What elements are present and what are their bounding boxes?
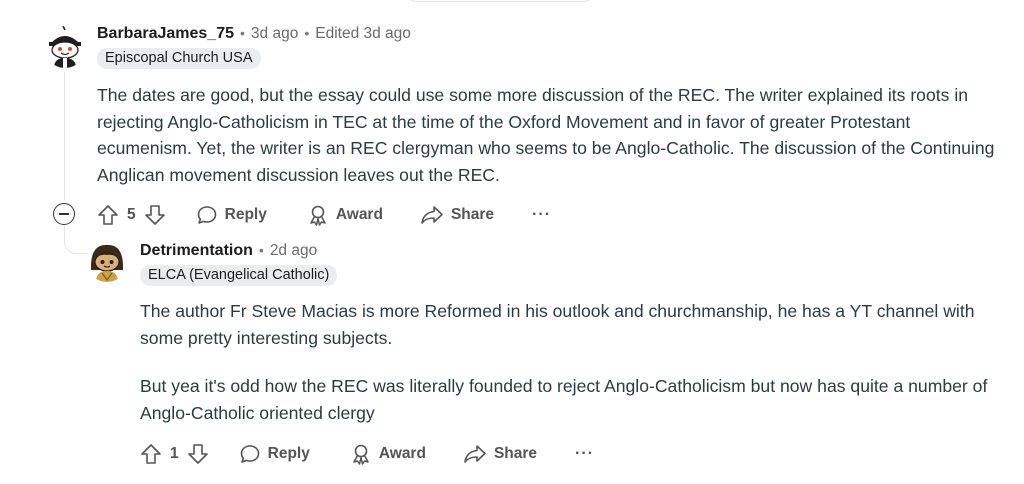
reply-paragraph: But yea it's odd how the REC was literal… [140, 376, 988, 423]
snoo-avatar-icon [86, 240, 128, 282]
user-flair: Episcopal Church USA [97, 48, 261, 69]
share-label: Share [493, 445, 538, 462]
downvote-button[interactable] [144, 204, 166, 226]
timestamp[interactable]: 3d ago [251, 25, 298, 43]
comment-meta: BarbaraJames_75 • 3d ago • Edited 3d ago [97, 25, 411, 43]
share-arrow-icon [464, 445, 486, 463]
downvote-button[interactable] [187, 443, 209, 465]
separator-dot: • [240, 25, 245, 41]
downvote-arrow-icon [187, 444, 208, 464]
upvote-button[interactable] [97, 204, 119, 226]
separator-dot: • [258, 242, 264, 258]
award-label: Award [335, 206, 383, 223]
user-flair: ELCA (Evangelical Catholic) [140, 265, 338, 286]
vote-count: 5 [127, 206, 136, 223]
upvote-button[interactable] [140, 443, 162, 465]
upvote-arrow-icon [141, 444, 161, 464]
snoo-avatar-icon [44, 26, 86, 68]
reply-meta: Detrimentation • 2d ago [140, 242, 317, 260]
timestamp[interactable]: 2d ago [270, 242, 317, 260]
share-button[interactable]: Share [463, 443, 537, 465]
reply-label: Reply [224, 206, 267, 223]
comment-body: The dates are good, but the essay could … [97, 82, 997, 188]
reply-action-bar: 1 Reply Award Share ··· [140, 442, 594, 466]
avatar[interactable] [44, 26, 86, 68]
downvote-arrow-icon [144, 205, 165, 225]
avatar[interactable] [86, 240, 128, 282]
reply-button[interactable]: Reply [239, 443, 310, 465]
award-label: Award [378, 445, 426, 462]
reply-body: The author Fr Steve Macias is more Refor… [140, 298, 1000, 426]
username[interactable]: BarbaraJames_75 [97, 25, 234, 43]
previous-element-edge [408, 0, 592, 2]
speech-bubble-icon [240, 445, 259, 463]
share-button[interactable]: Share [420, 204, 494, 226]
separator-dot: • [304, 25, 310, 41]
reply-thread-connector [64, 226, 88, 254]
comment-action-bar: 5 Reply Award Share ··· [97, 203, 551, 227]
reply-label: Reply [267, 445, 310, 462]
more-options-button[interactable]: ··· [532, 206, 551, 224]
more-options-button[interactable]: ··· [575, 445, 594, 463]
edited-timestamp: Edited 3d ago [315, 25, 411, 42]
thread-line [64, 72, 65, 200]
collapse-minus-icon[interactable] [53, 203, 75, 225]
award-button[interactable]: Award [307, 204, 383, 226]
vote-count: 1 [170, 445, 179, 462]
reply-paragraph: The author Fr Steve Macias is more Refor… [140, 301, 975, 348]
speech-bubble-icon [197, 206, 216, 224]
upvote-arrow-icon [98, 205, 118, 225]
award-ribbon-icon [353, 444, 369, 465]
award-ribbon-icon [310, 205, 326, 226]
username[interactable]: Detrimentation [140, 242, 253, 260]
share-arrow-icon [421, 206, 443, 224]
award-button[interactable]: Award [350, 443, 426, 465]
share-label: Share [450, 206, 495, 223]
comment-paragraph: The dates are good, but the essay could … [97, 85, 995, 185]
reply-button[interactable]: Reply [196, 204, 267, 226]
